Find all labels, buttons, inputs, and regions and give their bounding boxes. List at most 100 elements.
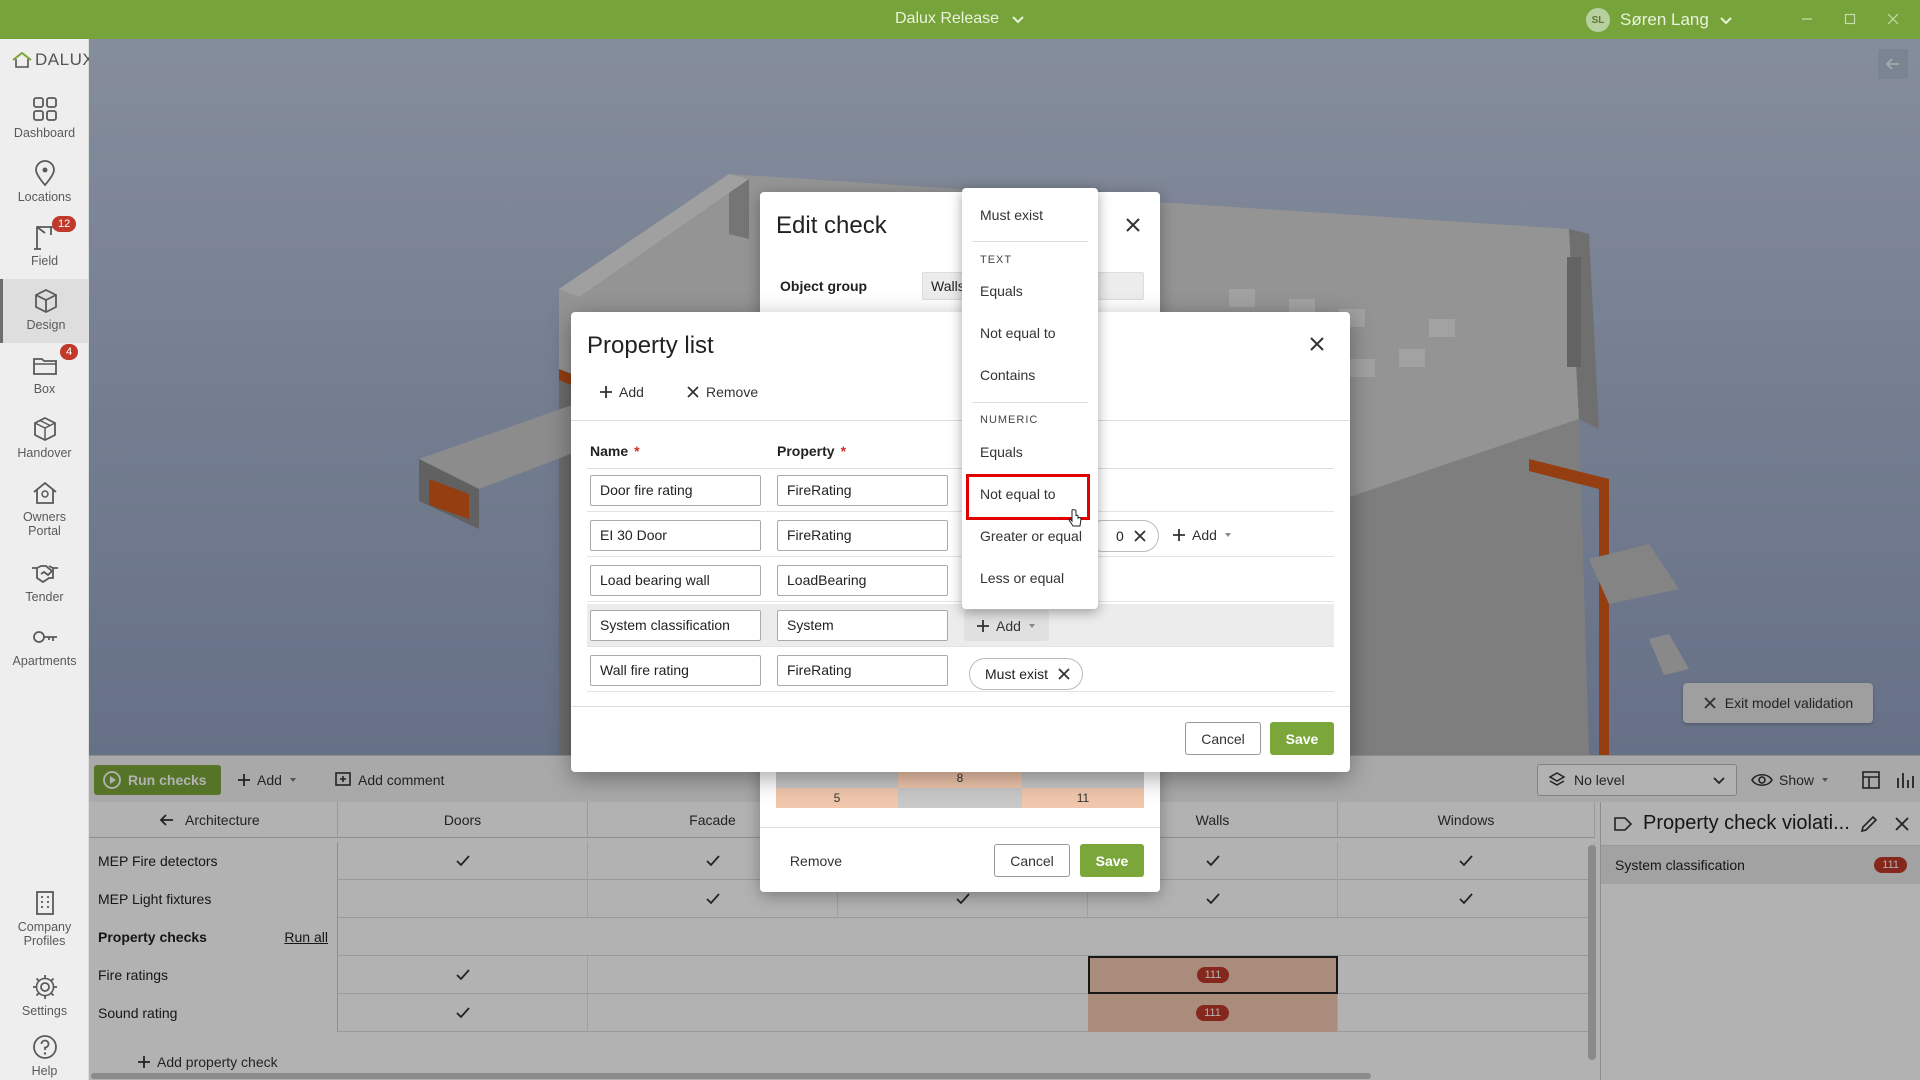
name-input[interactable]: System classification <box>590 610 761 641</box>
sidebar-item-label: Apartments <box>12 654 77 668</box>
menu-item-text-equals[interactable]: Equals <box>980 283 1023 299</box>
maximize-icon[interactable] <box>1843 12 1857 26</box>
grid-icon <box>32 97 57 121</box>
project-selector[interactable]: Dalux Release <box>895 10 1025 28</box>
property-input[interactable]: LoadBearing <box>777 565 948 596</box>
add-condition-button[interactable]: Add <box>1172 527 1233 543</box>
divider <box>571 420 1350 421</box>
condition-chip-label: 0 <box>1116 528 1124 544</box>
save-button[interactable]: Save <box>1270 722 1334 755</box>
chevron-down-icon <box>1720 17 1732 25</box>
cancel-button[interactable]: Cancel <box>994 844 1070 877</box>
property-row[interactable]: Door fire rating FireRating <box>587 469 1334 512</box>
remove-check-button[interactable]: Remove <box>780 844 852 877</box>
heat-cell: 11 <box>1022 788 1144 808</box>
save-button[interactable]: Save <box>1080 844 1144 877</box>
sidebar-item-label: Locations <box>17 190 72 204</box>
property-row[interactable]: Wall fire rating FireRating Must exist <box>587 649 1334 692</box>
sidebar-item-label: Company Profiles <box>17 920 72 948</box>
close-icon[interactable] <box>1122 214 1144 236</box>
dialog-title: Edit check <box>776 212 887 239</box>
house-logo-icon <box>12 52 32 68</box>
menu-item-numeric-greater-or-equal[interactable]: Greater or equal <box>980 528 1090 544</box>
name-input[interactable]: EI 30 Door <box>590 520 761 551</box>
sidebar-item-help[interactable]: Help <box>0 1029 89 1080</box>
location-pin-icon <box>34 160 55 187</box>
add-label: Add <box>1192 527 1217 543</box>
close-icon[interactable] <box>1134 530 1146 542</box>
close-icon[interactable] <box>1058 668 1070 680</box>
sidebar-item-dashboard[interactable]: Dashboard <box>0 87 89 151</box>
box-badge: 4 <box>60 344 79 360</box>
sidebar-item-label: Owners Portal <box>22 510 67 538</box>
sidebar-item-locations[interactable]: Locations <box>0 151 89 215</box>
name-input[interactable]: Load bearing wall <box>590 565 761 596</box>
add-label: Add <box>619 384 644 400</box>
property-input[interactable]: FireRating <box>777 520 948 551</box>
property-row[interactable]: EI 30 Door FireRating 0 Add <box>587 514 1334 557</box>
add-property-button[interactable]: Add <box>599 384 644 400</box>
sidebar-item-company-profiles[interactable]: Company Profiles <box>0 885 89 965</box>
condition-chip[interactable]: Must exist <box>969 658 1084 690</box>
sidebar-item-owners-portal[interactable]: Owners Portal <box>0 471 89 551</box>
chevron-down-icon <box>1012 16 1024 24</box>
owner-house-icon <box>32 481 57 504</box>
heat-cell: 5 <box>776 788 898 808</box>
property-input[interactable]: System <box>777 610 948 641</box>
plus-icon <box>977 619 989 632</box>
plus-icon <box>1173 529 1185 541</box>
remove-property-button[interactable]: Remove <box>686 384 758 400</box>
sidebar-item-label: Dashboard <box>13 126 76 140</box>
property-input[interactable]: FireRating <box>777 475 948 506</box>
logo-text: DALUX <box>35 50 95 69</box>
field-badge: 12 <box>52 216 77 232</box>
sidebar-item-tender[interactable]: Tender <box>0 551 89 615</box>
sidebar-item-label: Help <box>31 1064 58 1078</box>
building-icon <box>35 891 54 915</box>
property-row[interactable]: Load bearing wall LoadBearing <box>587 559 1334 602</box>
plus-icon <box>600 386 612 398</box>
menu-item-numeric-less-or-equal[interactable]: Less or equal <box>980 570 1064 586</box>
column-header-name: Name * <box>590 443 640 459</box>
cancel-button[interactable]: Cancel <box>1185 722 1261 755</box>
close-icon <box>687 386 699 398</box>
title-bar: Dalux Release SL Søren Lang <box>0 0 1920 39</box>
caret-down-icon <box>1028 623 1035 628</box>
close-window-icon[interactable] <box>1886 12 1900 26</box>
menu-divider <box>972 241 1088 242</box>
sidebar-item-apartments[interactable]: Apartments <box>0 615 89 679</box>
property-list-dialog: Property list Add Remove Name * Property *… <box>571 312 1350 772</box>
sidebar-item-settings[interactable]: Settings <box>0 965 89 1029</box>
add-condition-button[interactable]: Add <box>964 610 1049 641</box>
user-menu[interactable]: SL Søren Lang <box>1586 8 1733 32</box>
folder-icon <box>32 358 57 375</box>
sidebar-item-handover[interactable]: Handover <box>0 407 89 471</box>
dalux-logo: DALUX <box>12 50 94 70</box>
project-name: Dalux Release <box>895 10 1000 27</box>
column-name-label: Name <box>590 443 629 459</box>
divider <box>571 706 1350 707</box>
required-asterisk: * <box>634 443 640 459</box>
user-name: Søren Lang <box>1620 10 1709 29</box>
menu-item-must-exist[interactable]: Must exist <box>980 207 1043 223</box>
sidebar-item-design[interactable]: Design <box>0 279 89 343</box>
sidebar: DALUX Dashboard Locations Field 12 Desig… <box>0 39 94 1080</box>
name-input[interactable]: Door fire rating <box>590 475 761 506</box>
dialog-footer: Remove Cancel Save <box>760 827 1160 892</box>
menu-item-numeric-not-equal[interactable]: Not equal to <box>980 486 1056 502</box>
menu-item-text-not-equal[interactable]: Not equal to <box>980 325 1056 341</box>
property-row-selected[interactable]: System classification System Add <box>587 604 1334 647</box>
close-icon[interactable] <box>1306 333 1328 355</box>
caret-down-icon <box>1224 533 1231 537</box>
sidebar-item-label: Box <box>33 382 56 396</box>
minimize-icon[interactable] <box>1800 12 1814 26</box>
add-label: Add <box>996 617 1021 634</box>
property-input[interactable]: FireRating <box>777 655 948 686</box>
sidebar-item-label: Tender <box>25 590 64 604</box>
menu-item-text-contains[interactable]: Contains <box>980 367 1035 383</box>
key-icon <box>32 631 57 643</box>
menu-item-numeric-equals[interactable]: Equals <box>980 444 1023 460</box>
name-input[interactable]: Wall fire rating <box>590 655 761 686</box>
remove-label: Remove <box>706 384 759 400</box>
user-avatar: SL <box>1586 8 1610 32</box>
